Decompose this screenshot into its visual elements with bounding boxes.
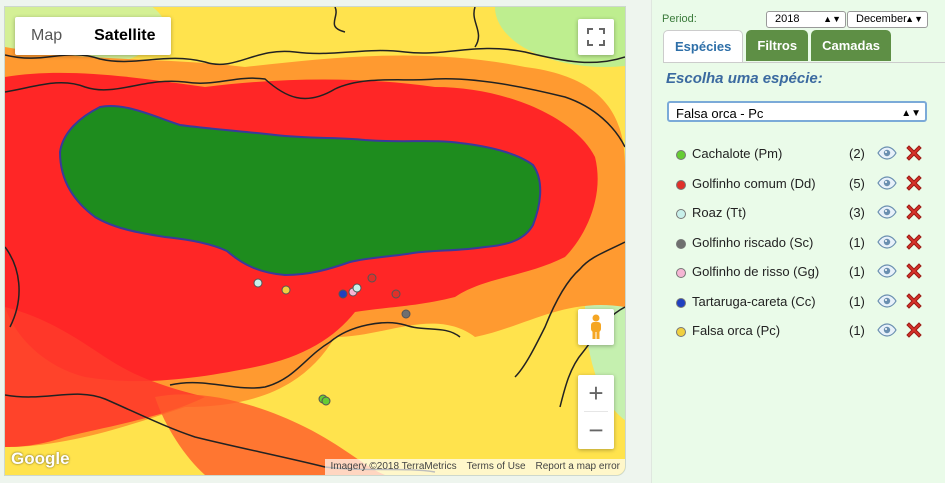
species-row: Falsa orca (Pc) (1) [674,319,934,349]
species-select[interactable]: Falsa orca - Pc ▲▼ [667,101,927,122]
species-count: (5) [849,175,865,191]
remove-icon[interactable] [904,261,924,286]
marker-roaz[interactable] [253,278,263,288]
year-select[interactable]: 2018 ▲▼ [766,11,846,28]
species-count: (3) [849,205,865,220]
map-attribution: Imagery ©2018 TerraMetrics Terms of Use … [325,459,625,475]
tab-filtros[interactable]: Filtros [746,30,809,61]
remove-icon[interactable] [904,173,924,198]
species-name: Golfinho comum (Dd) [692,175,816,191]
species-color-dot [676,327,686,337]
eye-icon[interactable] [877,234,897,254]
map-view[interactable]: Map Satellite + − Google Imagery ©2018 T… [4,6,626,476]
species-count: (1) [849,234,865,250]
species-count: (1) [849,293,865,309]
tab-underline [663,62,945,63]
eye-icon[interactable] [877,264,897,283]
species-name: Cachalote (Pm) [692,146,783,161]
year-value: 2018 [775,13,800,25]
fullscreen-button[interactable] [578,19,614,55]
marker-tartaruga-careta[interactable] [338,289,348,299]
species-name: Golfinho de risso (Gg) [692,264,820,279]
marker-roaz[interactable] [352,283,362,293]
pegman-button[interactable] [578,309,614,345]
species-count: (2) [849,146,865,161]
select-arrows-icon: ▲▼ [901,108,921,119]
remove-icon[interactable] [904,143,924,168]
eye-icon[interactable] [877,175,897,195]
zoom-in-button[interactable]: + [578,375,614,411]
remove-icon[interactable] [904,320,924,345]
remove-icon[interactable] [904,291,924,316]
species-name: Falsa orca (Pc) [692,323,781,338]
imagery-credit: Imagery ©2018 TerraMetrics [330,461,457,472]
period-label: Period: [662,13,697,25]
month-value: December [856,13,907,25]
species-row: Tartaruga-careta (Cc) (1) [674,290,934,320]
terms-of-use-link[interactable]: Terms of Use [462,459,531,475]
species-color-dot [676,150,686,160]
marker-golfinho-comum[interactable] [391,289,401,299]
species-name: Golfinho riscado (Sc) [692,234,814,250]
marker-golfinho-comum[interactable] [367,273,377,283]
select-arrows-icon: ▲▼ [905,14,923,24]
species-name: Tartaruga-careta (Cc) [692,293,816,309]
map-container: Map Satellite + − Google Imagery ©2018 T… [0,0,636,483]
marker-golfinho-riscado[interactable] [401,309,411,319]
eye-icon[interactable] [877,293,897,313]
species-row: Cachalote (Pm) (2) [674,142,934,172]
remove-icon[interactable] [904,202,924,227]
species-row: Golfinho de risso (Gg) (1) [674,260,934,290]
marker-falsa-orca[interactable] [281,285,291,295]
species-list: Cachalote (Pm) (2) Golfinho comum (Dd) (5) R… [674,142,934,349]
zoom-control: + − [578,375,614,449]
zoom-out-button[interactable]: − [578,412,614,448]
species-color-dot [676,297,686,308]
marker-cachalote[interactable] [321,396,331,406]
tab-camadas[interactable]: Camadas [811,30,891,61]
species-row: Golfinho comum (Dd) (5) [674,172,934,202]
sidebar-tabs: Espécies Filtros Camadas [663,30,894,62]
pegman-icon [591,314,601,339]
species-count: (1) [849,323,865,338]
map-type-satellite-button[interactable]: Satellite [78,17,171,55]
eye-icon[interactable] [877,146,897,165]
species-name: Roaz (Tt) [692,205,747,220]
map-type-map-button[interactable]: Map [15,17,78,55]
fullscreen-icon [587,28,605,46]
species-row: Roaz (Tt) (3) [674,201,934,231]
eye-icon[interactable] [877,323,897,342]
species-count: (1) [849,264,865,279]
species-row: Golfinho riscado (Sc) (1) [674,231,934,261]
report-map-error-link[interactable]: Report a map error [531,459,625,475]
species-color-dot [676,238,686,249]
select-arrows-icon: ▲▼ [823,14,841,24]
species-select-value: Falsa orca - Pc [676,106,764,121]
species-color-dot [676,209,686,219]
eye-icon[interactable] [877,205,897,224]
sidebar: Period: 2018 ▲▼ December ▲▼ Espécies Fil… [652,0,945,483]
choose-species-label: Escolha uma espécie: [666,70,823,87]
google-logo: Google [11,449,70,468]
tab-especies[interactable]: Espécies [663,30,744,62]
species-color-dot [676,179,686,190]
map-type-control: Map Satellite [15,17,172,55]
species-color-dot [676,268,686,278]
month-select[interactable]: December ▲▼ [847,11,928,28]
remove-icon[interactable] [904,232,924,257]
heatmap-layer [5,7,625,475]
